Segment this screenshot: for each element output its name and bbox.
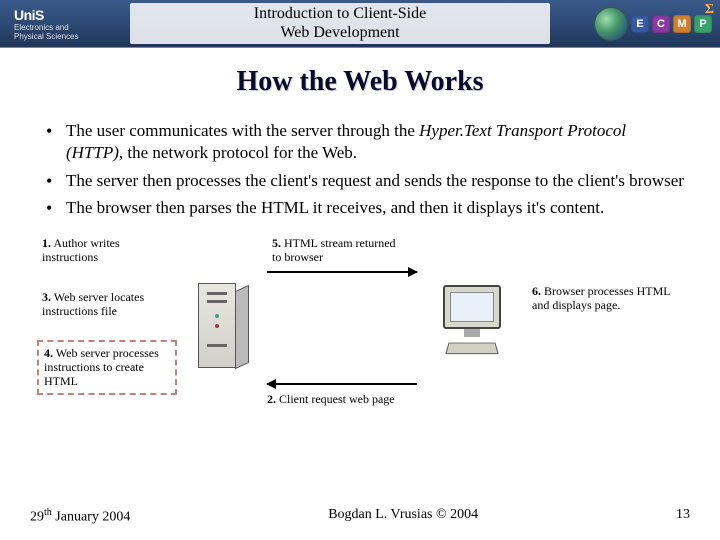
bullet-2: The server then processes the client's r…	[46, 170, 686, 192]
client-computer-icon	[427, 285, 517, 385]
step-5-num: 5.	[272, 236, 281, 250]
badge-e: E	[631, 15, 649, 33]
bullet-1: The user communicates with the server th…	[46, 120, 686, 164]
slide-header: UniS Electronics and Physical Sciences I…	[0, 0, 720, 48]
header-title-box: Introduction to Client-Side Web Developm…	[130, 3, 550, 44]
step-1: 1. Author writes instructions	[42, 237, 172, 265]
slide-footer: 29th January 2004 Bogdan L. Vrusias © 20…	[0, 507, 720, 526]
arrow-server-to-client	[267, 271, 417, 273]
logo-subtitle-2: Physical Sciences	[14, 32, 120, 41]
step-5: 5. HTML stream returned to browser	[272, 237, 402, 265]
footer-date: 29th January 2004	[30, 507, 130, 526]
arrow-client-to-server	[267, 383, 417, 385]
step-3-num: 3.	[42, 290, 51, 304]
badge-m: M	[673, 15, 691, 33]
bullet-3: The browser then parses the HTML it rece…	[46, 197, 686, 219]
step-4: 4. Web server processes instructions to …	[42, 345, 172, 390]
header-logo-block: UniS Electronics and Physical Sciences	[0, 0, 120, 47]
logo-subtitle-1: Electronics and	[14, 23, 120, 32]
diagram: 1. Author writes instructions 3. Web ser…	[42, 233, 690, 433]
step-6: 6. Browser processes HTML and displays p…	[532, 285, 682, 313]
footer-day-suffix: th	[44, 507, 52, 518]
course-title-line2: Web Development	[130, 24, 550, 42]
step-4-text: Web server processes instructions to cre…	[44, 346, 159, 388]
step-2: 2. Client request web page	[267, 393, 395, 407]
server-icon	[192, 273, 272, 383]
step-6-text: Browser processes HTML and displays page…	[532, 284, 670, 312]
bullet-1-suffix: , the network protocol for the Web.	[119, 143, 357, 162]
header-right-block: Σ E C M P	[560, 0, 720, 47]
logo-text: UniS	[14, 7, 120, 23]
footer-author: Bogdan L. Vrusias © 2004	[328, 507, 478, 526]
badge-c: C	[652, 15, 670, 33]
bullet-1-prefix: The user communicates with the server th…	[66, 121, 419, 140]
footer-date-rest: January 2004	[52, 510, 131, 525]
step-3-text: Web server locates instructions file	[42, 290, 144, 318]
step-2-text: Client request web page	[279, 392, 395, 406]
step-5-text: HTML stream returned to browser	[272, 236, 396, 264]
step-3: 3. Web server locates instructions file	[42, 291, 172, 319]
slide-title: How the Web Works	[0, 66, 720, 98]
globe-icon	[594, 7, 628, 41]
bullet-list: The user communicates with the server th…	[46, 120, 686, 219]
step-4-num: 4.	[44, 346, 53, 360]
footer-day: 29	[30, 510, 44, 525]
step-6-num: 6.	[532, 284, 541, 298]
footer-page-number: 13	[676, 507, 690, 526]
course-title-line1: Introduction to Client-Side	[130, 5, 550, 23]
step-1-num: 1.	[42, 236, 51, 250]
sigma-icon: Σ	[705, 2, 714, 18]
step-1-text: Author writes instructions	[42, 236, 120, 264]
step-2-num: 2.	[267, 392, 276, 406]
